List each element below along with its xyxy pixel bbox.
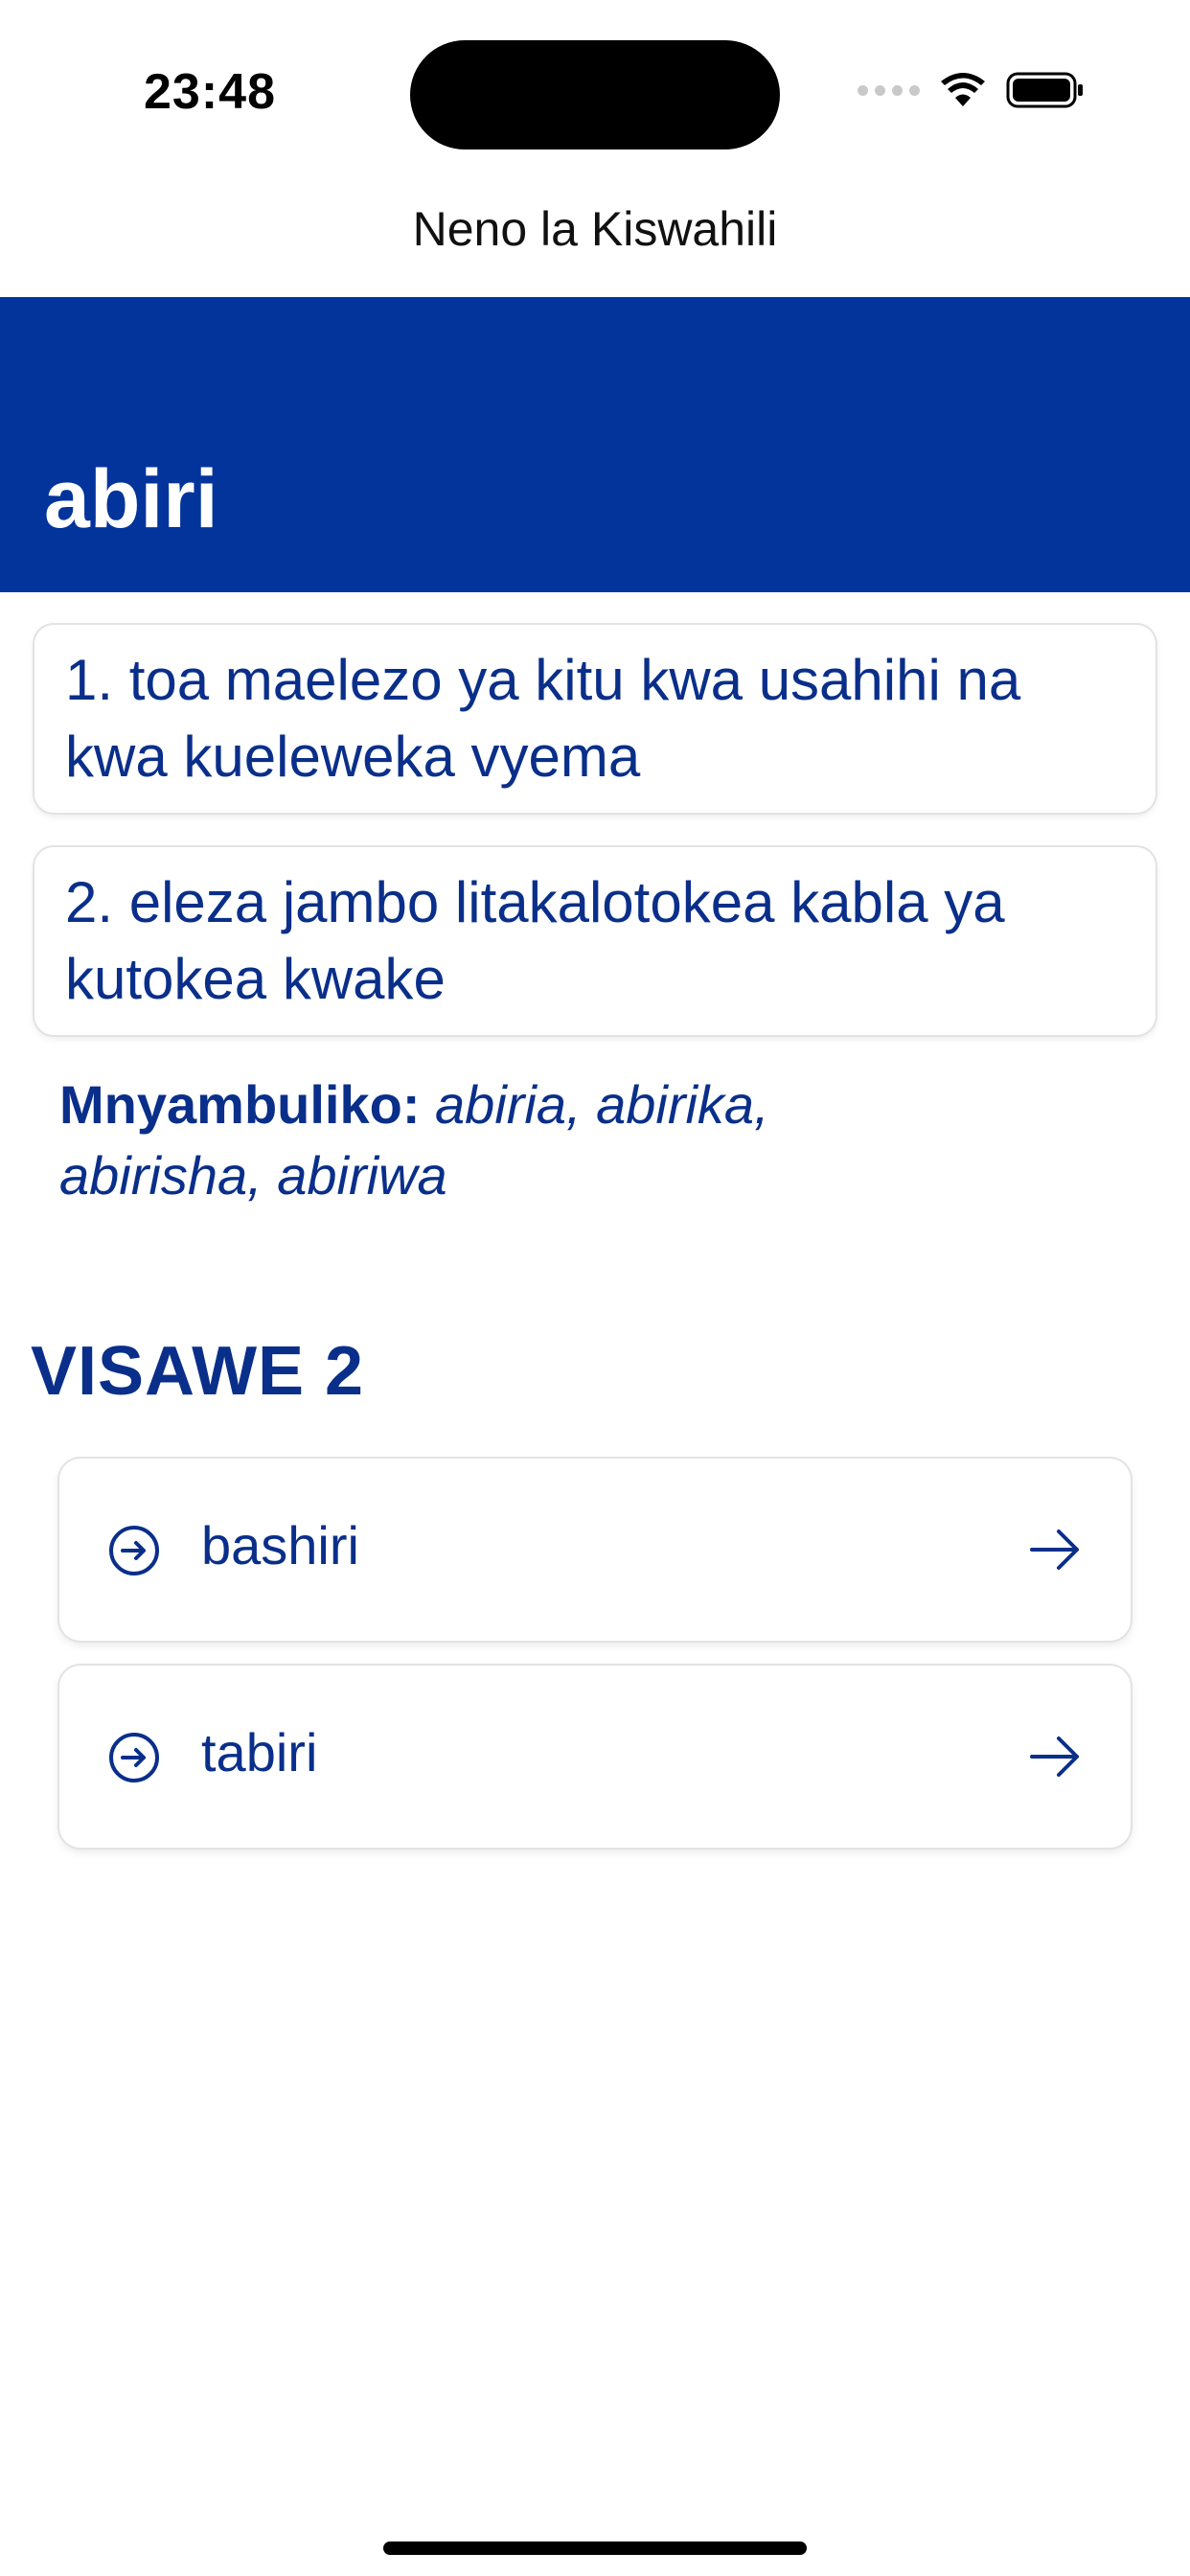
status-bar: 23:48 <box>0 0 1190 172</box>
derivatives-label: Mnyambuliko: <box>59 1074 421 1135</box>
definition-card: 2. eleza jambo litakalotokea kabla ya ku… <box>34 847 1156 1035</box>
synonym-label: bashiri <box>201 1515 359 1576</box>
battery-icon <box>1006 72 1083 108</box>
definition-card: 1. toa maelezo ya kitu kwa usahihi na kw… <box>34 625 1156 813</box>
circle-arrow-right-icon <box>109 1526 159 1576</box>
synonym-item-bashiri[interactable]: bashiri <box>59 1459 1131 1641</box>
definition-text: 2. eleza jambo litakalotokea kabla ya ku… <box>65 870 1005 1011</box>
arrow-right-icon <box>1030 1530 1079 1570</box>
derivatives: Mnyambuliko: abiria, abirika, abirisha, … <box>59 1070 883 1211</box>
dynamic-island <box>410 40 780 150</box>
word-header: abiri <box>0 297 1190 592</box>
headword: abiri <box>44 453 218 545</box>
wifi-icon <box>941 73 985 106</box>
definition-text: 1. toa maelezo ya kitu kwa usahihi na kw… <box>65 648 1021 789</box>
status-time: 23:48 <box>144 64 276 120</box>
home-indicator[interactable] <box>383 2542 807 2555</box>
cellular-signal-icon <box>858 84 920 96</box>
app-screen: 23:48 Neno la Kiswahili abiri 1. toa mae… <box>0 0 1190 2576</box>
synonyms-heading: VISAWE 2 <box>31 1333 365 1410</box>
nav-title: Neno la Kiswahili <box>412 202 778 256</box>
arrow-right-icon <box>1030 1736 1079 1777</box>
synonym-label: tabiri <box>201 1722 318 1782</box>
status-icons <box>858 71 1085 109</box>
circle-arrow-right-icon <box>109 1733 159 1782</box>
synonym-item-tabiri[interactable]: tabiri <box>59 1666 1131 1848</box>
